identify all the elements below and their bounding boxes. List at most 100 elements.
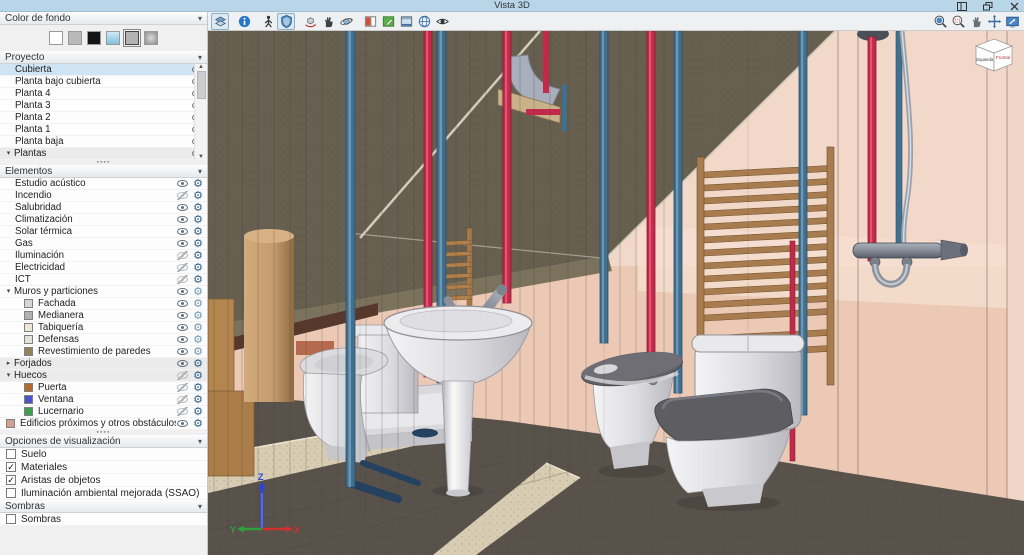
- eye-icon[interactable]: [176, 299, 189, 308]
- project-scrollbar[interactable]: ▲ ▼: [194, 64, 207, 160]
- element-group-huecos[interactable]: ▾ Huecos: [0, 370, 207, 382]
- gear-icon[interactable]: [192, 202, 204, 214]
- window-blue-button[interactable]: [397, 13, 415, 30]
- element-group-muros[interactable]: ▾ Muros y particiones: [0, 286, 207, 298]
- gear-icon[interactable]: [192, 178, 204, 190]
- scroll-thumb[interactable]: [196, 71, 206, 99]
- bg-swatch-gradient[interactable]: [144, 31, 158, 45]
- element-incendio[interactable]: Incendio: [0, 190, 207, 202]
- tree-item-planta-3[interactable]: Planta 3: [0, 100, 207, 112]
- gear-icon[interactable]: [192, 418, 204, 430]
- element-gas[interactable]: Gas: [0, 238, 207, 250]
- option-aristas[interactable]: ✓ Aristas de objetos: [0, 474, 207, 487]
- zoom-window-button[interactable]: [949, 13, 967, 30]
- tree-group-plantas[interactable]: ▾ Plantas: [0, 148, 207, 160]
- gear-icon[interactable]: [192, 262, 204, 274]
- gear-icon[interactable]: [192, 346, 204, 358]
- scroll-up-icon[interactable]: ▲: [198, 64, 204, 70]
- background-color-header[interactable]: Color de fondo ▾: [0, 12, 207, 25]
- split-window-red-button[interactable]: [361, 13, 379, 30]
- bg-swatch-gray[interactable]: [68, 31, 82, 45]
- bg-swatch-white[interactable]: [49, 31, 63, 45]
- tree-item-planta-bajo-cubierta[interactable]: Planta bajo cubierta: [0, 76, 207, 88]
- element-defensas[interactable]: Defensas: [0, 334, 207, 346]
- viewcube-left-label[interactable]: Izquierda: [976, 57, 994, 62]
- eye-off-icon[interactable]: [176, 371, 189, 380]
- gear-icon[interactable]: [192, 310, 204, 322]
- shadows-header[interactable]: Sombras ▾: [0, 500, 207, 513]
- element-lucernario[interactable]: Lucernario: [0, 406, 207, 418]
- view-cube[interactable]: Izquierda Frontal: [972, 37, 1016, 75]
- tree-item-planta-1[interactable]: Planta 1: [0, 124, 207, 136]
- element-revestimiento[interactable]: Revestimiento de paredes: [0, 346, 207, 358]
- viewcube-right-label[interactable]: Frontal: [996, 55, 1010, 60]
- eye-off-icon[interactable]: [176, 263, 189, 272]
- element-salubridad[interactable]: Salubridad: [0, 202, 207, 214]
- bg-swatch-sky[interactable]: [106, 31, 120, 45]
- eye-icon[interactable]: [176, 311, 189, 320]
- eye-icon[interactable]: [176, 359, 189, 368]
- chevron-right-icon[interactable]: ▸: [3, 358, 14, 370]
- close-icon[interactable]: [1008, 1, 1020, 11]
- gear-icon[interactable]: [192, 226, 204, 238]
- checkbox-checked[interactable]: ✓: [6, 462, 16, 472]
- gear-icon[interactable]: [192, 238, 204, 250]
- gear-icon[interactable]: [192, 334, 204, 346]
- orbit-cube-button[interactable]: [301, 13, 319, 30]
- checkbox[interactable]: [6, 449, 16, 459]
- eye-off-icon[interactable]: [176, 407, 189, 416]
- chevron-down-icon[interactable]: ▾: [3, 148, 14, 160]
- eye-off-icon[interactable]: [176, 251, 189, 260]
- tree-item-planta-baja[interactable]: Planta baja: [0, 136, 207, 148]
- person-scale-button[interactable]: [259, 13, 277, 30]
- display-options-header[interactable]: Opciones de visualización ▾: [0, 435, 207, 448]
- checkbox-checked[interactable]: ✓: [6, 475, 16, 485]
- gear-icon[interactable]: [192, 250, 204, 262]
- bg-swatch-darkgray-selected[interactable]: [123, 29, 141, 47]
- element-climatizacion[interactable]: Climatización: [0, 214, 207, 226]
- globe-button[interactable]: [415, 13, 433, 30]
- element-puerta[interactable]: Puerta: [0, 382, 207, 394]
- elements-header[interactable]: Elementos ▾: [0, 165, 207, 178]
- eye-off-icon[interactable]: [176, 383, 189, 392]
- chevron-down-icon[interactable]: ▾: [3, 286, 14, 298]
- checkbox[interactable]: [6, 514, 16, 524]
- eye-off-icon[interactable]: [176, 275, 189, 284]
- option-sombras[interactable]: Sombras: [0, 513, 207, 526]
- gear-icon[interactable]: [192, 394, 204, 406]
- eye-icon[interactable]: [176, 323, 189, 332]
- eye-icon[interactable]: [176, 419, 189, 428]
- info-button[interactable]: [235, 13, 253, 30]
- gear-icon[interactable]: [192, 298, 204, 310]
- scroll-down-icon[interactable]: ▼: [198, 154, 204, 160]
- option-suelo[interactable]: Suelo: [0, 448, 207, 461]
- tree-item-cubierta[interactable]: Cubierta: [0, 64, 207, 76]
- option-materiales[interactable]: ✓ Materiales: [0, 461, 207, 474]
- element-tabiqueria[interactable]: Tabiquería: [0, 322, 207, 334]
- eye-icon[interactable]: [176, 227, 189, 236]
- element-medianera[interactable]: Medianera: [0, 310, 207, 322]
- gear-icon[interactable]: [192, 370, 204, 382]
- gear-icon[interactable]: [192, 274, 204, 286]
- eye-icon[interactable]: [176, 179, 189, 188]
- gear-icon[interactable]: [192, 382, 204, 394]
- pan-button[interactable]: [967, 13, 985, 30]
- option-ssao[interactable]: Iluminación ambiental mejorada (SSAO): [0, 487, 207, 500]
- eye-icon[interactable]: [176, 287, 189, 296]
- zoom-extents-button[interactable]: [931, 13, 949, 30]
- gear-icon[interactable]: [192, 190, 204, 202]
- element-fachada[interactable]: Fachada: [0, 298, 207, 310]
- element-group-forjados[interactable]: ▸ Forjados: [0, 358, 207, 370]
- checkbox[interactable]: [6, 488, 16, 498]
- shield-section-button[interactable]: [277, 12, 295, 30]
- eye-icon[interactable]: [176, 239, 189, 248]
- gear-icon[interactable]: [192, 214, 204, 226]
- visibility-eye-button[interactable]: [433, 13, 451, 30]
- gear-icon[interactable]: [192, 322, 204, 334]
- move-view-button[interactable]: [985, 13, 1003, 30]
- viewport-3d[interactable]: Izquierda Frontal Z X Y: [208, 31, 1024, 555]
- gear-icon[interactable]: [192, 358, 204, 370]
- eye-off-icon[interactable]: [176, 191, 189, 200]
- tree-item-planta-4[interactable]: Planta 4: [0, 88, 207, 100]
- restore-window-icon[interactable]: [982, 1, 994, 11]
